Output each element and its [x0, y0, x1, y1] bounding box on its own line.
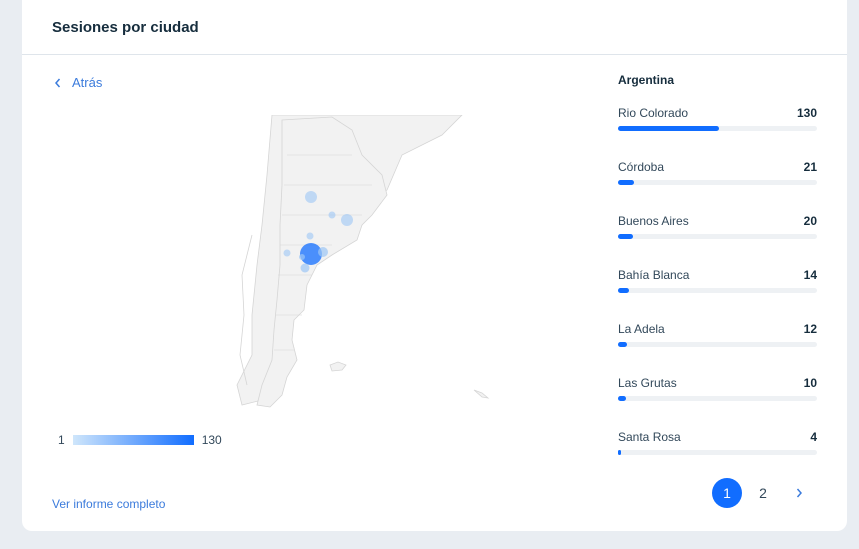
city-bar-track	[618, 126, 817, 131]
city-row[interactable]: Buenos Aires 20	[618, 214, 817, 268]
city-sessions: 21	[803, 160, 817, 174]
pagination: 1 2	[712, 478, 814, 508]
city-sessions: 12	[803, 322, 817, 336]
city-bar-track	[618, 450, 817, 455]
city-bar-fill	[618, 396, 627, 401]
country-title: Argentina	[618, 73, 675, 87]
city-bar-fill	[618, 288, 630, 293]
back-link[interactable]: Atrás	[54, 75, 102, 90]
city-name: La Adela	[618, 322, 665, 336]
bubble-bahia-blanca[interactable]	[318, 247, 328, 257]
bubble-buenos-aires[interactable]	[341, 214, 353, 226]
south-georgia	[473, 389, 490, 399]
city-name: Santa Rosa	[618, 430, 681, 444]
city-line: Bahía Blanca 14	[618, 268, 817, 282]
sessions-by-city-card: Sesiones por ciudad Atrás 1 130 Ver info…	[22, 0, 847, 531]
legend-gradient	[72, 435, 194, 445]
city-sessions: 4	[810, 430, 817, 444]
legend-min: 1	[58, 433, 65, 447]
bubble-cordoba[interactable]	[305, 191, 317, 203]
city-name: Las Grutas	[618, 376, 677, 390]
card-title: Sesiones por ciudad	[52, 18, 199, 36]
city-bar-fill	[618, 342, 628, 347]
next-page-button[interactable]	[784, 478, 814, 508]
city-name: Rio Colorado	[618, 106, 689, 120]
back-label: Atrás	[72, 75, 103, 90]
city-line: Buenos Aires 20	[618, 214, 817, 228]
city-sessions: 10	[803, 376, 817, 390]
chevron-right-icon	[796, 488, 802, 498]
card-header: Sesiones por ciudad	[22, 0, 847, 55]
city-row[interactable]: Santa Rosa 4	[618, 430, 817, 484]
city-bar-track	[618, 342, 817, 347]
city-bar-fill	[618, 234, 634, 239]
argentina-map	[212, 114, 502, 415]
legend-max: 130	[201, 433, 222, 447]
city-line: La Adela 12	[618, 322, 817, 336]
city-line: Las Grutas 10	[618, 376, 817, 390]
city-row[interactable]: Córdoba 21	[618, 160, 817, 214]
city-sessions: 14	[803, 268, 817, 282]
city-list-panel: Argentina Rio Colorado 130 Córdoba 21 Buenos…	[618, 73, 817, 484]
city-sessions: 20	[803, 214, 817, 228]
page-2-button[interactable]: 2	[748, 478, 778, 508]
city-bar-track	[618, 180, 817, 185]
full-report-link[interactable]: Ver informe completo	[52, 497, 165, 511]
city-name: Bahía Blanca	[618, 268, 690, 282]
city-bar-fill	[618, 450, 622, 455]
city-line: Santa Rosa 4	[618, 430, 817, 444]
city-row[interactable]: Bahía Blanca 14	[618, 268, 817, 322]
city-line: Rio Colorado 130	[618, 106, 817, 120]
bubble-small[interactable]	[299, 254, 305, 260]
city-line: Córdoba 21	[618, 160, 817, 174]
color-scale-legend: 1 130	[58, 433, 222, 447]
bubble-la-adela[interactable]	[283, 249, 291, 257]
bubble-las-grutas[interactable]	[300, 263, 310, 273]
page-1-button[interactable]: 1	[712, 478, 742, 508]
city-bar-track	[618, 288, 817, 293]
city-row[interactable]: Las Grutas 10	[618, 376, 817, 430]
city-sessions: 130	[796, 106, 817, 120]
city-row[interactable]: Rio Colorado 130	[618, 106, 817, 160]
city-list: Rio Colorado 130 Córdoba 21 Buenos Aires 20 Ba…	[618, 106, 817, 484]
falklands	[329, 361, 347, 372]
city-name: Córdoba	[618, 160, 665, 174]
chevron-left-icon	[55, 78, 61, 87]
bubble-santa-fe[interactable]	[328, 211, 336, 219]
city-name: Buenos Aires	[618, 214, 689, 228]
city-bar-track	[618, 234, 817, 239]
city-bar-track	[618, 396, 817, 401]
bubble-santa-rosa[interactable]	[306, 232, 314, 240]
city-row[interactable]: La Adela 12	[618, 322, 817, 376]
city-bar-fill	[618, 126, 720, 131]
city-bar-fill	[618, 180, 635, 185]
